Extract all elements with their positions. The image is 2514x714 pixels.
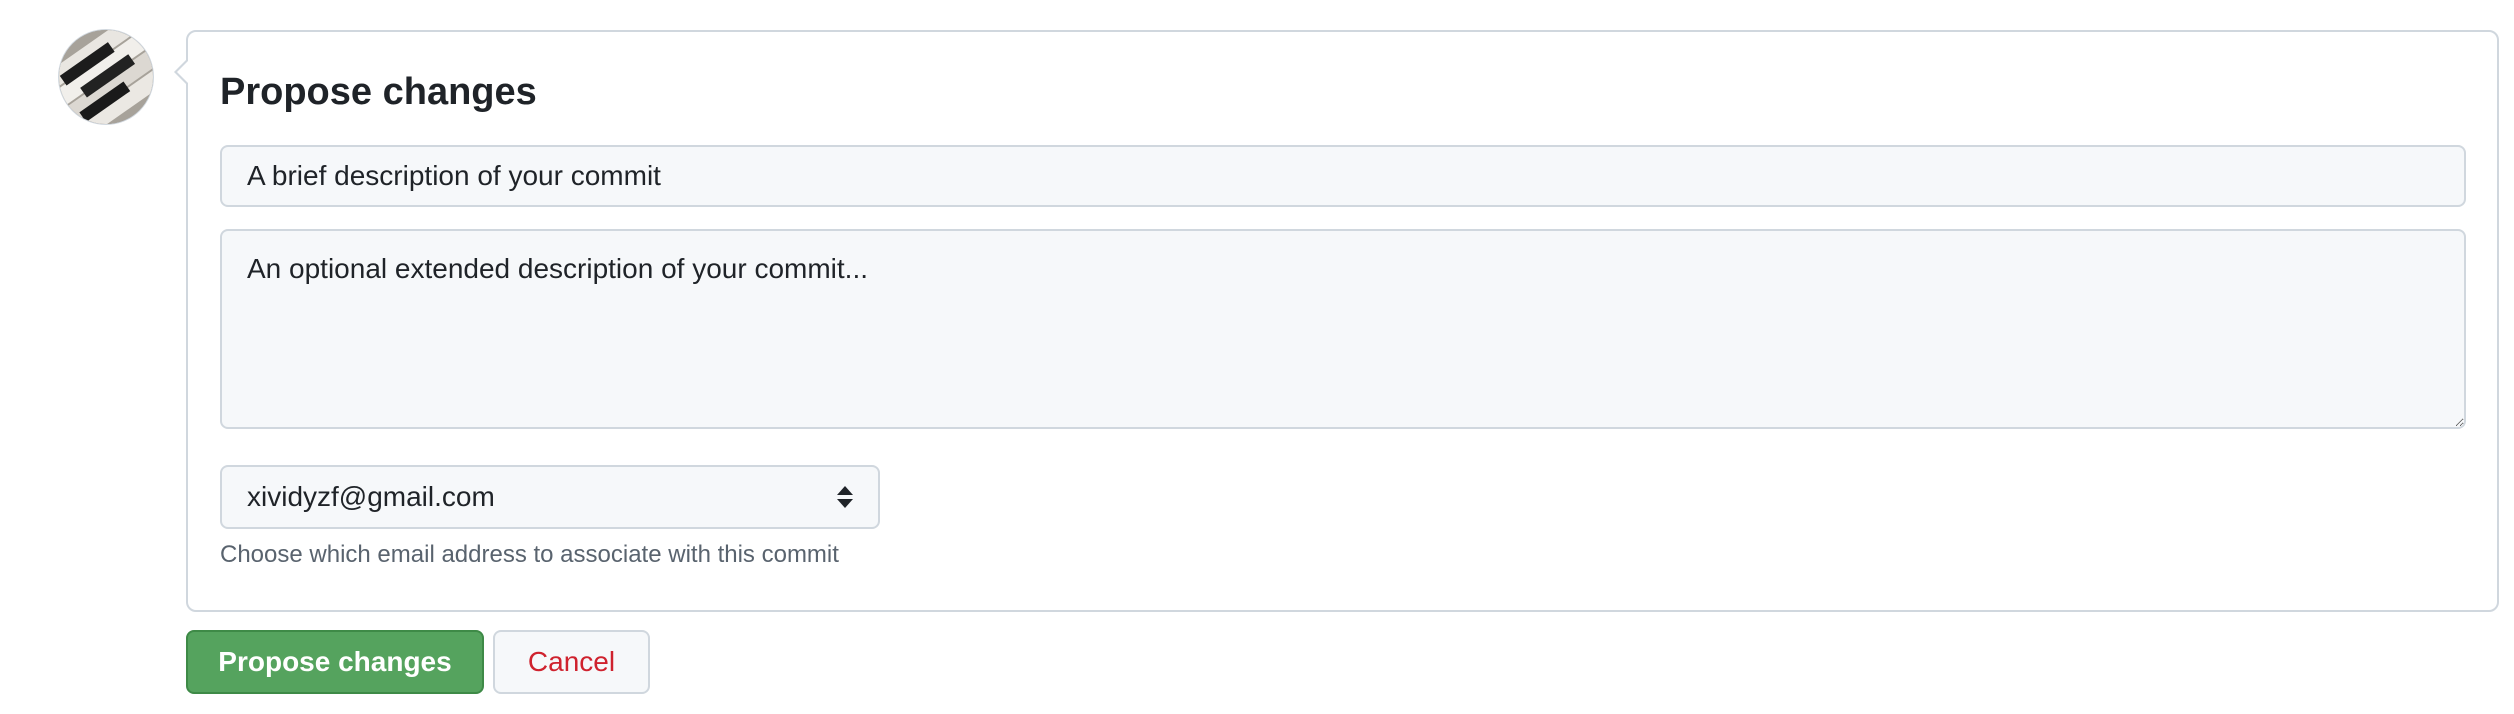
email-select[interactable]: xividyzf@gmail.com — [220, 465, 880, 529]
cancel-button[interactable]: Cancel — [493, 630, 650, 694]
propose-changes-button[interactable]: Propose changes — [186, 630, 484, 694]
avatar[interactable] — [58, 29, 154, 125]
email-hint: Choose which email address to associate … — [220, 541, 839, 568]
select-arrows-icon — [837, 484, 853, 510]
email-select-value: xividyzf@gmail.com — [247, 481, 495, 512]
commit-description-textarea[interactable] — [220, 229, 2466, 429]
panel-title: Propose changes — [220, 71, 537, 113]
commit-panel: Propose changes xividyzf@gmail.com Choos… — [174, 30, 2499, 612]
commit-summary-input[interactable] — [220, 145, 2466, 207]
piano-keys-avatar-icon — [59, 30, 153, 124]
panel-pointer — [174, 58, 189, 86]
